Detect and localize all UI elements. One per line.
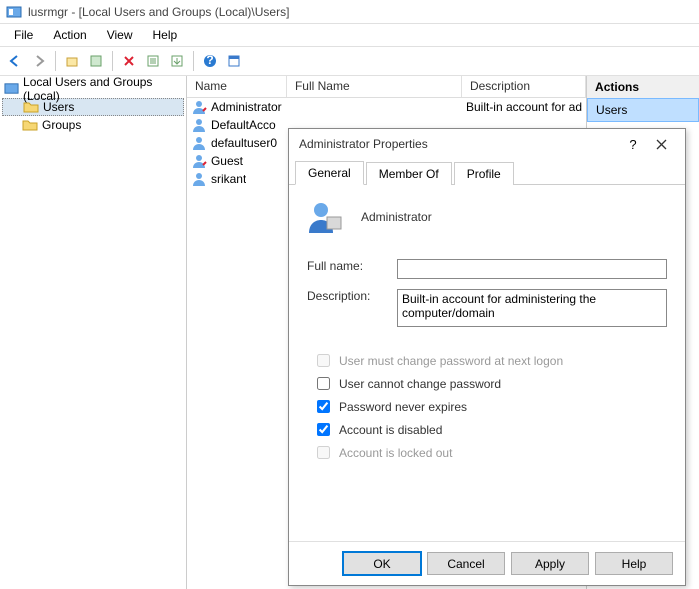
col-description[interactable]: Description — [462, 76, 586, 97]
list-row[interactable]: Administrator Built-in account for ad — [187, 98, 586, 116]
description-row: Description: — [307, 289, 667, 327]
checkbox-neverexpires[interactable] — [317, 400, 330, 413]
back-button[interactable] — [4, 50, 26, 72]
col-fullname[interactable]: Full Name — [287, 76, 462, 97]
check-lockedout-label: Account is locked out — [339, 446, 452, 460]
check-neverexpires[interactable]: Password never expires — [313, 397, 667, 416]
tree-pane: Local Users and Groups (Local) Users Gro… — [0, 76, 187, 589]
dialog-help-button[interactable]: ? — [619, 134, 647, 154]
check-mustchange: User must change password at next logon — [313, 351, 667, 370]
tree-root-label: Local Users and Groups (Local) — [23, 75, 182, 103]
fullname-input[interactable] — [397, 259, 667, 279]
properties-button[interactable] — [85, 50, 107, 72]
toolbar-separator — [112, 51, 113, 71]
dialog-user-header: Administrator — [307, 199, 667, 235]
user-icon — [191, 99, 207, 115]
dialog-body: Administrator Full name: Description: Us… — [289, 185, 685, 541]
user-icon — [191, 153, 207, 169]
tree-groups[interactable]: Groups — [2, 116, 184, 134]
menu-file[interactable]: File — [4, 26, 43, 44]
checkbox-disabled[interactable] — [317, 423, 330, 436]
col-name[interactable]: Name — [187, 76, 287, 97]
console-icon — [4, 81, 19, 97]
up-button[interactable] — [61, 50, 83, 72]
check-neverexpires-label: Password never expires — [339, 400, 467, 414]
cell-name: Administrator — [211, 100, 291, 114]
dialog-close-button[interactable] — [647, 134, 675, 154]
dialog-titlebar: Administrator Properties ? — [289, 129, 685, 159]
menubar: File Action View Help — [0, 24, 699, 46]
user-large-icon — [307, 199, 343, 235]
user-icon — [191, 135, 207, 151]
fullname-row: Full name: — [307, 259, 667, 279]
cell-name: Guest — [211, 154, 243, 168]
tab-general[interactable]: General — [295, 161, 364, 185]
properties-dialog: Administrator Properties ? General Membe… — [288, 128, 686, 586]
cell-name: srikant — [211, 172, 246, 186]
tree-users-label: Users — [43, 100, 74, 114]
ok-button[interactable]: OK — [343, 552, 421, 575]
svg-text:?: ? — [206, 54, 213, 67]
tab-memberof[interactable]: Member Of — [366, 162, 452, 185]
show-hide-button[interactable] — [223, 50, 245, 72]
checkbox-cannotchange[interactable] — [317, 377, 330, 390]
help-button[interactable]: Help — [595, 552, 673, 575]
check-disabled[interactable]: Account is disabled — [313, 420, 667, 439]
delete-button[interactable] — [118, 50, 140, 72]
checkbox-lockedout — [317, 446, 330, 459]
export-button[interactable] — [166, 50, 188, 72]
check-mustchange-label: User must change password at next logon — [339, 354, 563, 368]
dialog-buttons: OK Cancel Apply Help — [289, 541, 685, 585]
cell-name: DefaultAcco — [211, 118, 276, 132]
dialog-tabs: General Member Of Profile — [289, 159, 685, 185]
fullname-label: Full name: — [307, 259, 397, 273]
toolbar-separator — [193, 51, 194, 71]
help-button[interactable]: ? — [199, 50, 221, 72]
user-icon — [191, 117, 207, 133]
forward-button[interactable] — [28, 50, 50, 72]
menu-help[interactable]: Help — [143, 26, 188, 44]
check-lockedout: Account is locked out — [313, 443, 667, 462]
list-header: Name Full Name Description — [187, 76, 586, 98]
description-label: Description: — [307, 289, 397, 303]
check-disabled-label: Account is disabled — [339, 423, 442, 437]
menu-view[interactable]: View — [97, 26, 143, 44]
actions-context[interactable]: Users — [587, 98, 699, 122]
cell-name: defaultuser0 — [211, 136, 277, 150]
check-cannotchange[interactable]: User cannot change password — [313, 374, 667, 393]
tab-profile[interactable]: Profile — [454, 162, 514, 185]
cell-desc: Built-in account for ad — [466, 100, 582, 114]
toolbar: ? — [0, 46, 699, 76]
user-icon — [191, 171, 207, 187]
window-title: lusrmgr - [Local Users and Groups (Local… — [28, 5, 289, 19]
folder-icon — [22, 117, 38, 133]
app-icon — [6, 4, 22, 20]
toolbar-separator — [55, 51, 56, 71]
dialog-title: Administrator Properties — [299, 137, 619, 151]
description-input[interactable] — [397, 289, 667, 327]
apply-button[interactable]: Apply — [511, 552, 589, 575]
refresh-button[interactable] — [142, 50, 164, 72]
cancel-button[interactable]: Cancel — [427, 552, 505, 575]
actions-header: Actions — [587, 76, 699, 99]
tree-groups-label: Groups — [42, 118, 81, 132]
folder-icon — [23, 99, 39, 115]
dialog-username: Administrator — [361, 210, 432, 224]
tree-root[interactable]: Local Users and Groups (Local) — [2, 80, 184, 98]
check-cannotchange-label: User cannot change password — [339, 377, 501, 391]
window-titlebar: lusrmgr - [Local Users and Groups (Local… — [0, 0, 699, 24]
checkbox-mustchange — [317, 354, 330, 367]
menu-action[interactable]: Action — [43, 26, 96, 44]
